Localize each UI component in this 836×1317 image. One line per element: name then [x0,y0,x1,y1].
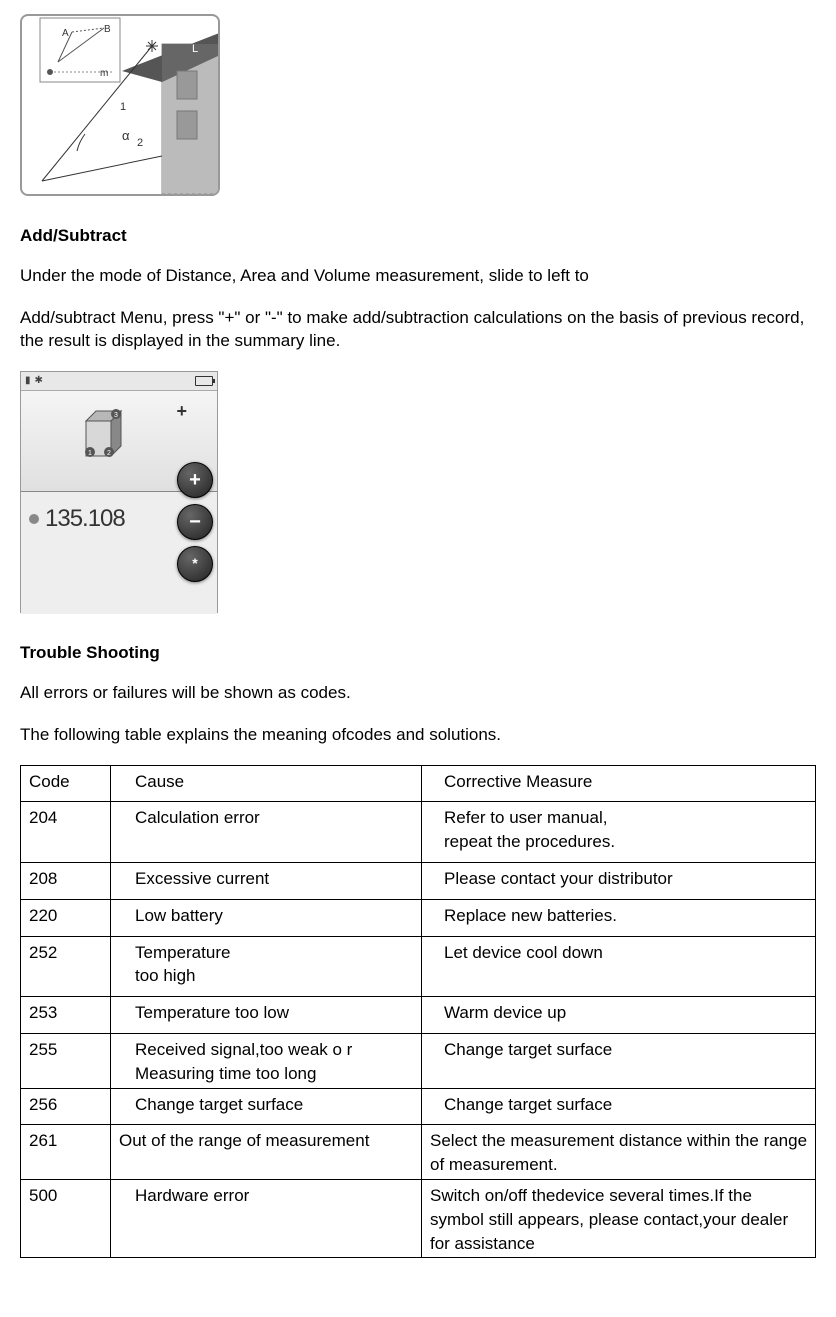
para-add-subtract-1: Under the mode of Distance, Area and Vol… [20,264,816,288]
table-row: 208 Excessive current Please contact you… [21,862,816,899]
svg-text:1: 1 [88,450,92,457]
error-codes-table: Code Cause Corrective Measure 204 Calcul… [20,765,816,1259]
signal-icon: ▮ [25,374,31,388]
svg-text:3: 3 [114,412,118,419]
para-add-subtract-2: Add/subtract Menu, press "+" or "-" to m… [20,306,816,354]
svg-text:2: 2 [107,450,111,457]
table-row: 204 Calculation error Refer to user manu… [21,802,816,863]
svg-text:1: 1 [120,101,126,113]
volume-cube-icon: 1 2 3 [76,406,131,466]
figure-angle-diagram: L 1 2 α A B m [20,14,220,196]
table-row: 261 Out of the range of measurement Sele… [21,1125,816,1180]
plus-button[interactable]: + [177,462,213,498]
bluetooth-icon: ✱ [35,374,43,388]
svg-text:2: 2 [137,137,143,149]
heading-add-subtract: Add/Subtract [20,224,816,248]
table-row: 220 Low battery Replace new batteries. [21,899,816,936]
svg-text:m: m [100,68,108,79]
table-row: 252 Temperaturetoo high Let device cool … [21,936,816,997]
svg-text:B: B [104,24,111,35]
label-L: L [192,43,198,55]
para-trouble-1: All errors or failures will be shown as … [20,681,816,705]
minus-button[interactable]: − [177,504,213,540]
reading-value: 135.108 [45,502,125,536]
svg-text:A: A [62,28,69,39]
table-row: 255 Received signal,too weak o r Measuri… [21,1033,816,1088]
heading-trouble-shooting: Trouble Shooting [20,641,816,665]
screen-lower: 135.108 + − * [21,492,217,614]
reading-marker-icon [29,514,39,524]
table-header-row: Code Cause Corrective Measure [21,765,816,802]
reading-row: 135.108 [29,502,125,536]
plus-indicator: + [176,399,187,424]
table-row: 253 Temperature too low Warm device up [21,997,816,1034]
table-row: 256 Change target surface Change target … [21,1088,816,1125]
table-row: 500 Hardware error Switch on/off thedevi… [21,1179,816,1257]
battery-icon [195,376,213,386]
para-trouble-2: The following table explains the meaning… [20,723,816,747]
bluetooth-button[interactable]: * [177,546,213,582]
header-code: Code [21,765,111,802]
figure-device-screenshot: ▮ ✱ 1 2 3 + 135.108 + − * [20,371,218,613]
statusbar: ▮ ✱ [21,372,217,391]
header-measure: Corrective Measure [422,765,816,802]
svg-text:α: α [122,128,130,143]
header-cause: Cause [111,765,422,802]
